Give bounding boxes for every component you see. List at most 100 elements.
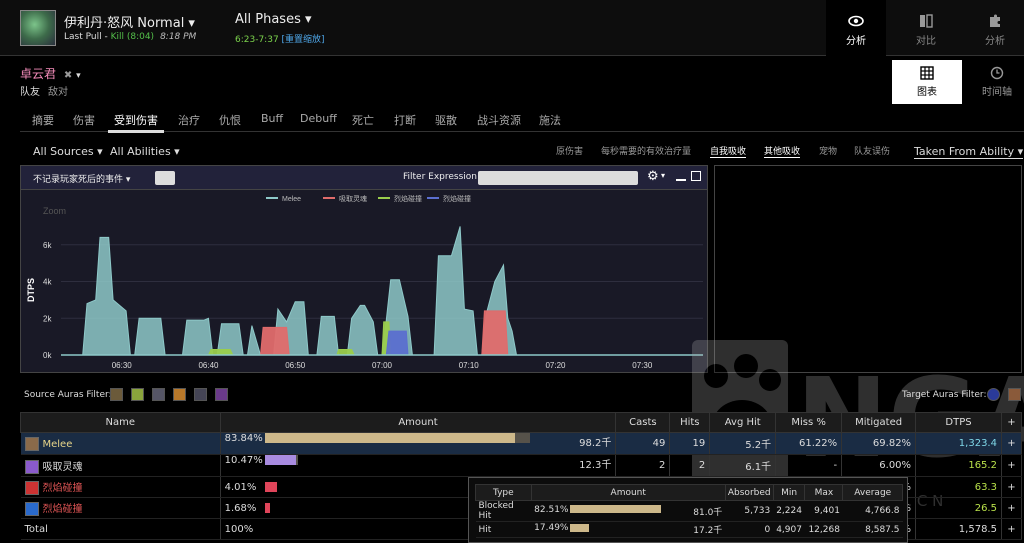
cell-mitigated: 6.00% (841, 454, 917, 477)
cell-name[interactable]: Melee (20, 432, 221, 455)
legend-label[interactable]: Melee (282, 196, 301, 203)
tab-healing[interactable]: 治疗 (178, 112, 200, 128)
amount-bar (264, 455, 563, 465)
aura-icon-4[interactable] (173, 388, 186, 401)
tab-damage-taken[interactable]: 受到伤害 (108, 112, 164, 133)
cell-dtps: 165.2 (915, 454, 1002, 477)
gear-icon[interactable]: ⚙ (647, 169, 659, 184)
cell-name[interactable]: 烈焰碰撞 (20, 497, 221, 519)
ability-name[interactable]: 吸取灵魂 (43, 462, 83, 473)
player-selector[interactable]: 卓云君 ✖ ▾ (20, 65, 81, 82)
role-enemy[interactable]: 敌对 (48, 87, 68, 98)
col-miss[interactable]: Miss % (775, 412, 843, 433)
tab-damage-done[interactable]: 伤害 (73, 112, 95, 128)
tab-interrupts[interactable]: 打断 (394, 112, 416, 128)
view-timeline[interactable]: 时间轴 (962, 60, 1024, 104)
tip-col-amount: Amount (530, 484, 726, 501)
ability-name[interactable]: Melee (43, 439, 73, 450)
cell-name[interactable]: 烈焰碰撞 (20, 476, 221, 498)
add-row-button[interactable]: + (1001, 432, 1023, 455)
boss-title[interactable]: 伊利丹·怒风 Normal ▾ (64, 12, 195, 31)
filter-toggle[interactable] (155, 171, 175, 185)
tab-buffs[interactable]: Buff (261, 112, 283, 125)
boss-portrait[interactable] (20, 10, 56, 46)
tab-resources[interactable]: 战斗资源 (477, 112, 521, 128)
legend-label[interactable]: 烈焰碰撞 (443, 194, 471, 203)
puzzle-icon (990, 14, 1000, 27)
col-amount[interactable]: Amount (219, 412, 617, 433)
col-casts[interactable]: Casts (615, 412, 671, 433)
chevron-down-icon[interactable]: ▾ (661, 171, 665, 180)
series-area-3[interactable] (385, 330, 409, 356)
table-row[interactable]: 吸取灵魂 10.47% 12.3千 2 2 6.1千 -6.00% 165.2 + (20, 454, 1023, 477)
tab-deaths[interactable]: 死亡 (352, 112, 374, 128)
col-hits[interactable]: Hits (669, 412, 711, 433)
option-pets[interactable]: 宠物 (819, 144, 837, 157)
aura-icon-t2[interactable] (1008, 388, 1021, 401)
option-raw-damage[interactable]: 原伤害 (556, 144, 583, 157)
add-row-button[interactable]: + (1001, 518, 1023, 540)
tip-col-type: Type (475, 484, 532, 501)
amount-percent: 4.01% (224, 481, 257, 493)
sources-dropdown[interactable]: All Sources ▾ (33, 145, 103, 158)
phase-selector[interactable]: All Phases ▾ (235, 12, 312, 27)
add-row-button[interactable]: + (1001, 476, 1023, 498)
zoom-label[interactable]: Zoom (43, 206, 66, 216)
nav-compare[interactable]: 对比 (896, 0, 956, 56)
col-mitigated[interactable]: Mitigated (841, 412, 917, 433)
table-row[interactable]: Melee 83.84% 98.2千 49 19 5.2千 61.22% 69.82% 1,32… (20, 432, 1023, 455)
aura-icon-2[interactable] (131, 388, 144, 401)
minimize-icon[interactable] (676, 179, 686, 181)
nav-compare-label: 对比 (916, 36, 936, 47)
tip-type: Hit (475, 521, 532, 538)
option-friendly-fire[interactable]: 队友误伤 (854, 144, 890, 157)
aura-icon-5[interactable] (194, 388, 207, 401)
add-row-button[interactable]: + (1001, 497, 1023, 519)
col-name[interactable]: Name (20, 412, 221, 433)
tab-casts[interactable]: 施法 (539, 112, 561, 128)
taken-from-dropdown[interactable]: Taken From Ability ▾ (914, 145, 1024, 159)
tooltip-table: Type Amount Absorbed Min Max Average Blo… (475, 484, 903, 538)
source-auras-label: Source Auras Filter: (24, 390, 112, 400)
chevron-down-icon[interactable]: ▾ (76, 71, 81, 81)
add-row-button[interactable]: + (1001, 454, 1023, 477)
view-charts[interactable]: 图表 (892, 60, 962, 104)
nav-analyze[interactable]: 分析 (826, 0, 886, 56)
pull-label: Last Pull - (64, 32, 111, 42)
aura-icon-1[interactable] (110, 388, 123, 401)
legend-label[interactable]: 烈焰碰撞 (394, 194, 422, 203)
col-add[interactable]: + (1000, 412, 1023, 433)
x-tick-label: 06:30 (112, 361, 133, 370)
tab-dispels[interactable]: 驱散 (435, 112, 457, 128)
death-filter-dropdown[interactable]: 不记录玩家死后的事件 ▾ (33, 172, 130, 185)
remove-player-icon[interactable]: ✖ (64, 70, 72, 81)
nav-plugins[interactable]: 分析 (965, 0, 1024, 56)
reset-zoom-link[interactable]: [重置缩放] (282, 35, 325, 45)
cell-avg-hit: 6.1千 (709, 454, 777, 477)
amount-bar-remainder (295, 455, 298, 465)
abilities-dropdown[interactable]: All Abilities ▾ (110, 145, 180, 158)
view-charts-label: 图表 (917, 87, 937, 98)
option-self-absorb[interactable]: 自我吸收 (710, 144, 747, 158)
aura-icon-6[interactable] (215, 388, 228, 401)
ability-name[interactable]: 烈焰碰撞 (43, 504, 83, 515)
aura-icon-3[interactable] (152, 388, 165, 401)
cell-name[interactable]: 吸取灵魂 (20, 454, 221, 477)
ability-name[interactable]: 烈焰碰撞 (43, 483, 83, 494)
tab-summary[interactable]: 摘要 (32, 112, 54, 128)
aura-icon-t1[interactable] (987, 388, 1000, 401)
option-effective-healing[interactable]: 每秒需要的有效治疗量 (601, 144, 691, 157)
dtps-chart[interactable]: Melee 吸取灵魂 烈焰碰撞 烈焰碰撞 Zoom DTPS 0k 2k 4k 6k 06:3… (21, 190, 707, 372)
cell-mitigated: 69.82% (841, 432, 917, 455)
pull-info[interactable]: Last Pull - Kill (8:04) 8:18 PM (64, 32, 196, 42)
maximize-icon[interactable] (691, 171, 701, 181)
col-dtps[interactable]: DTPS (915, 412, 1002, 433)
amount-value: 98.2千 (579, 438, 612, 449)
legend-label[interactable]: 吸取灵魂 (339, 194, 367, 203)
filter-expression-input[interactable] (478, 171, 638, 185)
option-other-absorb[interactable]: 其他吸收 (764, 144, 801, 158)
tab-threat[interactable]: 仇恨 (219, 112, 241, 128)
role-ally[interactable]: 队友 (20, 87, 40, 98)
tab-debuffs[interactable]: Debuff (300, 112, 337, 125)
col-avg-hit[interactable]: Avg Hit (709, 412, 777, 433)
